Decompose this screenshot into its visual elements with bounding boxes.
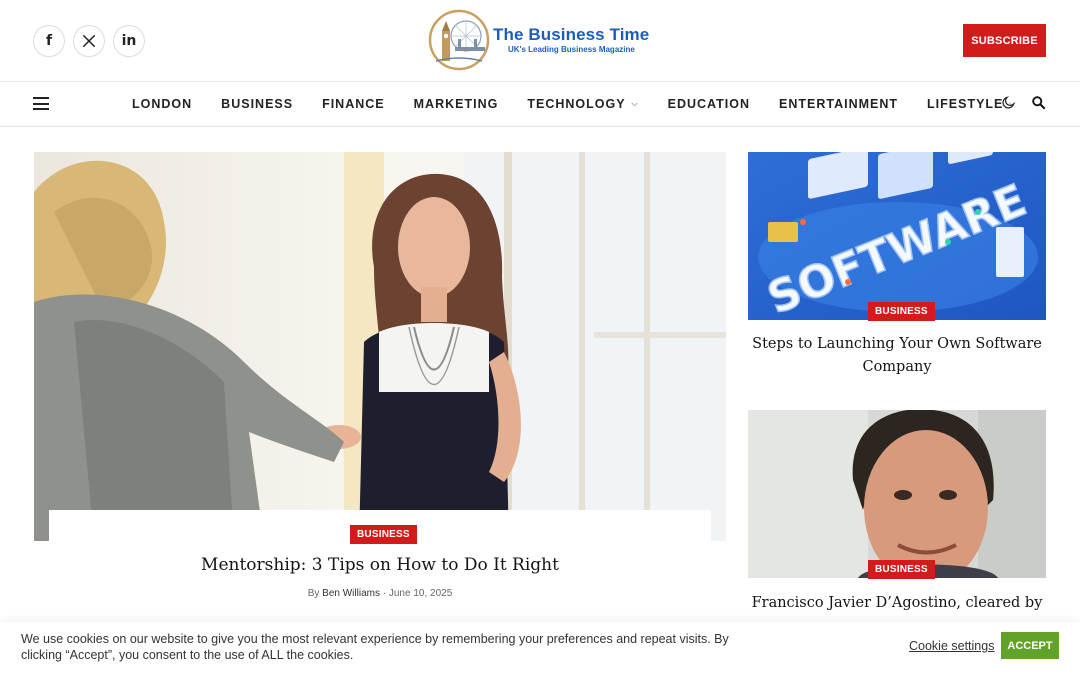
- nav-menu: LONDON BUSINESS FINANCE MARKETING TECHNO…: [132, 82, 1045, 126]
- hamburger-menu-icon[interactable]: [33, 97, 49, 110]
- accept-cookies-button[interactable]: ACCEPT: [1001, 632, 1059, 659]
- logo-tagline: UK's Leading Business Magazine: [508, 45, 635, 54]
- nav-item-business[interactable]: BUSINESS: [221, 97, 293, 111]
- nav-item-entertainment[interactable]: ENTERTAINMENT: [779, 97, 898, 111]
- nav-item-education[interactable]: EDUCATION: [668, 97, 750, 111]
- nav-item-technology[interactable]: TECHNOLOGY ⌵: [527, 97, 638, 111]
- featured-article-image[interactable]: [34, 152, 726, 541]
- cookie-message: We use cookies on our website to give yo…: [21, 632, 729, 662]
- subscribe-button[interactable]: SUBSCRIBE: [963, 24, 1046, 57]
- x-icon[interactable]: [73, 25, 105, 57]
- logo-title: The Business Time: [493, 25, 650, 44]
- cookie-consent-bar: We use cookies on our website to give yo…: [0, 622, 1080, 675]
- site-header: f in The Business Time UK's Leading Busi…: [0, 0, 1080, 82]
- search-icon[interactable]: [1031, 95, 1046, 110]
- category-badge[interactable]: BUSINESS: [868, 560, 935, 579]
- cookie-settings-link[interactable]: Cookie settings: [909, 639, 994, 653]
- linkedin-icon[interactable]: in: [113, 25, 145, 57]
- nav-item-marketing[interactable]: MARKETING: [414, 97, 499, 111]
- nav-item-finance[interactable]: FINANCE: [322, 97, 385, 111]
- main-navigation: LONDON BUSINESS FINANCE MARKETING TECHNO…: [0, 82, 1080, 127]
- featured-article-title[interactable]: Mentorship: 3 Tips on How to Do It Right: [49, 555, 711, 575]
- category-badge[interactable]: BUSINESS: [350, 525, 417, 544]
- category-badge[interactable]: BUSINESS: [868, 302, 935, 321]
- author-link[interactable]: Ben Williams: [322, 588, 380, 599]
- nav-item-london[interactable]: LONDON: [132, 97, 192, 111]
- byline-prefix: By: [307, 588, 320, 599]
- site-logo[interactable]: The Business Time UK's Leading Business …: [428, 9, 668, 71]
- moon-icon[interactable]: [1001, 95, 1016, 110]
- publish-date: June 10, 2025: [388, 588, 453, 599]
- article-meta: By Ben Williams · June 10, 2025: [49, 588, 711, 599]
- nav-tools: [1001, 95, 1046, 110]
- featured-article-card: BUSINESS Mentorship: 3 Tips on How to Do…: [49, 510, 711, 615]
- side-post-title[interactable]: Steps to Launching Your Own Software Com…: [748, 333, 1046, 379]
- chevron-down-icon: ⌵: [631, 99, 639, 108]
- facebook-icon[interactable]: f: [33, 25, 65, 57]
- side-post-title[interactable]: Francisco Javier D’Agostino, cleared by: [748, 592, 1046, 615]
- london-emblem-icon: [428, 9, 490, 71]
- social-links: f in: [33, 25, 145, 57]
- side-post-image[interactable]: [748, 410, 1046, 578]
- meta-separator: ·: [382, 588, 387, 599]
- side-post-image[interactable]: SOFTWARE: [748, 152, 1046, 320]
